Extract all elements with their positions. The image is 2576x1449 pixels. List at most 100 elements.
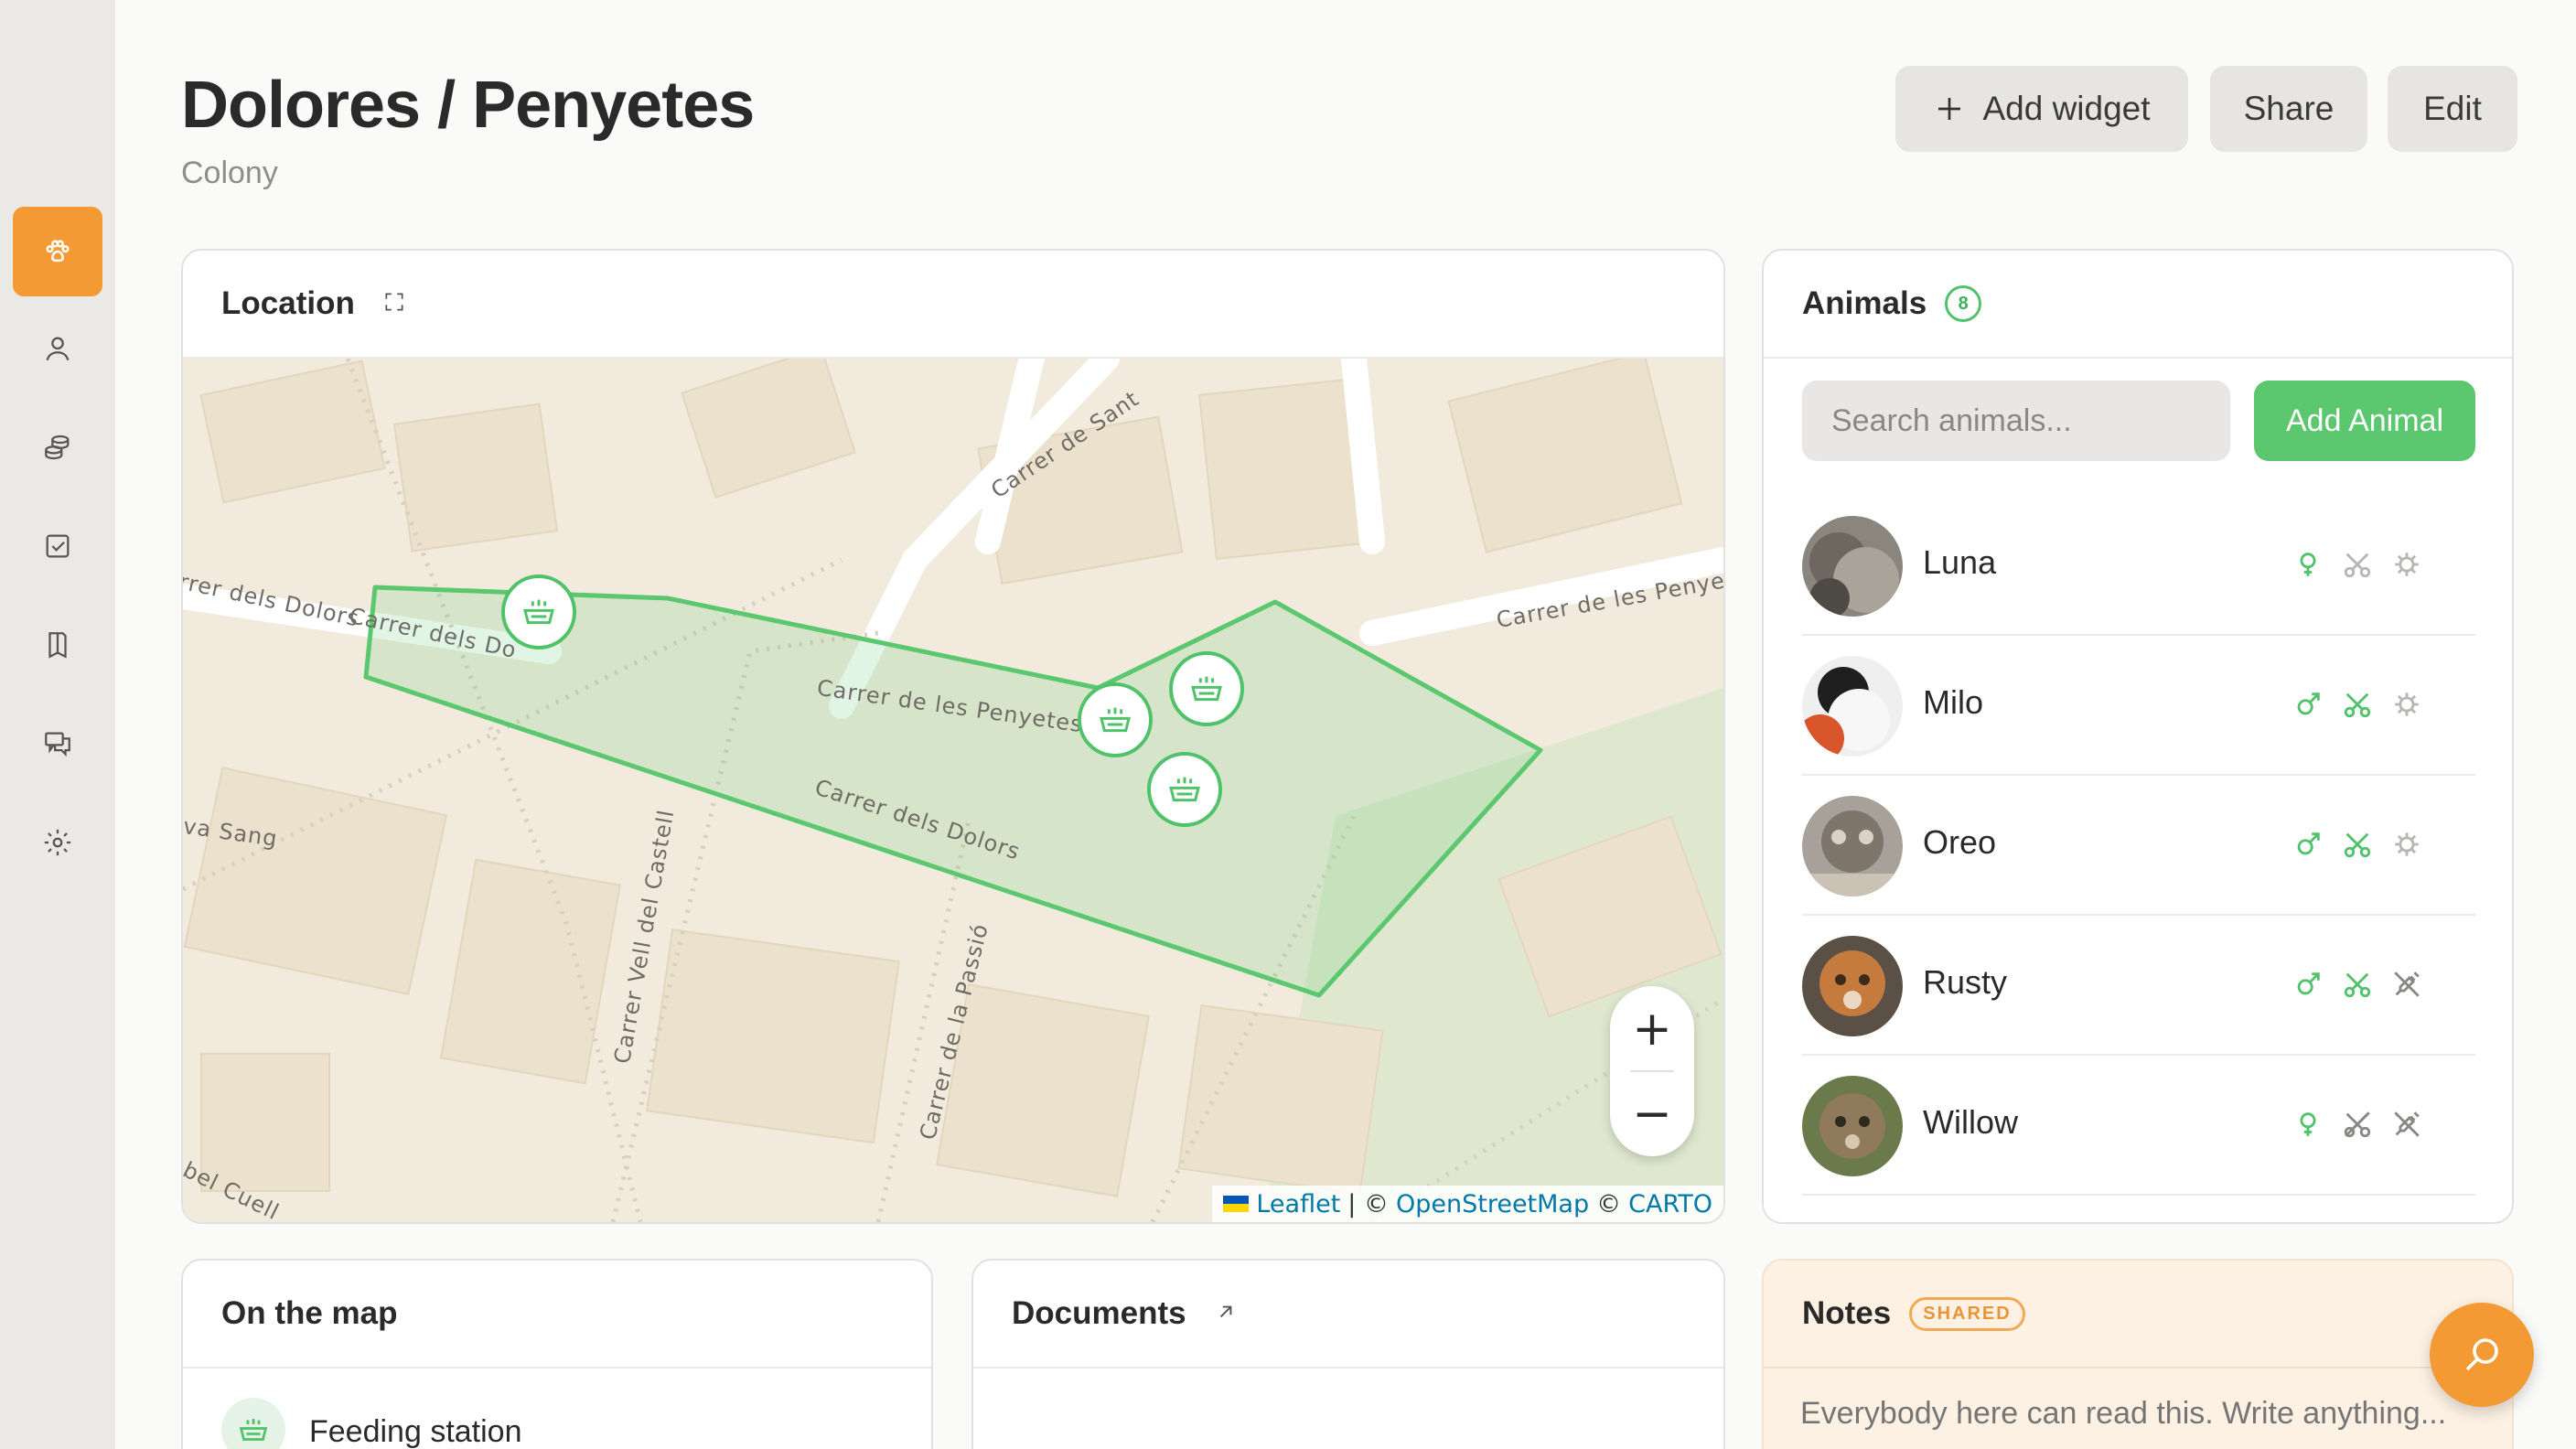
avatar — [1802, 796, 1903, 896]
page-title: Dolores / Penyetes — [181, 69, 755, 142]
add-widget-button[interactable]: Add widget — [1895, 66, 2188, 152]
nav-guides[interactable] — [13, 600, 102, 690]
animal-name: Luna — [1923, 543, 1997, 581]
location-card-header: Location — [183, 251, 1723, 359]
animals-title: Animals — [1802, 285, 1927, 321]
nav-finances[interactable] — [13, 402, 102, 492]
virus-icon — [2395, 832, 2419, 856]
carto-link[interactable]: CARTO — [1628, 1190, 1712, 1218]
plus-icon — [1938, 98, 1961, 120]
avatar — [1802, 656, 1903, 757]
female-icon — [2300, 1112, 2316, 1136]
search-icon — [2465, 1338, 2498, 1371]
virus-icon — [2395, 553, 2419, 576]
animal-row[interactable]: Luna — [1802, 496, 2475, 636]
coins-icon — [45, 435, 70, 460]
add-animal-button[interactable]: Add Animal — [2254, 381, 2475, 461]
feeding-station-label: Feeding station — [309, 1414, 522, 1449]
feeding-station-marker[interactable] — [1169, 651, 1244, 726]
animal-name: Rusty — [1923, 963, 2008, 1001]
feeding-station-marker[interactable] — [1147, 752, 1222, 827]
male-icon — [2297, 832, 2320, 855]
animal-name: Milo — [1923, 683, 1984, 721]
nav-colonies[interactable] — [13, 207, 102, 296]
notes-input[interactable] — [1800, 1396, 2477, 1432]
animal-row[interactable]: Milo — [1802, 636, 2475, 776]
map-view[interactable]: Carrer de Sant rrer dels Dolors Carrer d… — [183, 359, 1723, 1222]
feeding-station-legend — [221, 1398, 285, 1449]
notes-title: Notes — [1802, 1295, 1892, 1331]
male-icon — [2297, 972, 2320, 995]
paw-icon — [46, 240, 70, 263]
book-icon — [48, 632, 67, 659]
scissors-icon — [2344, 972, 2371, 998]
animals-count-badge: 8 — [1945, 285, 1982, 322]
on-the-map-card-header: On the map — [183, 1261, 931, 1368]
zoom-control: + − — [1610, 986, 1694, 1156]
feeding-bowl-icon — [1191, 676, 1222, 702]
animal-row[interactable]: Oreo — [1802, 776, 2475, 916]
syringe-off-icon — [2394, 971, 2420, 997]
on-the-map-card: On the map Feeding station — [181, 1259, 933, 1449]
animal-row[interactable]: Rusty — [1802, 916, 2475, 1056]
shared-badge: SHARED — [1909, 1296, 2025, 1331]
feeding-station-marker[interactable] — [501, 574, 576, 649]
animal-name: Oreo — [1923, 823, 1997, 861]
page-subtitle: Colony — [181, 156, 278, 190]
nav-settings[interactable] — [13, 798, 102, 887]
location-title: Location — [221, 285, 355, 321]
zoom-in-button[interactable]: + — [1610, 986, 1694, 1071]
open-documents-button[interactable] — [1214, 1300, 1238, 1328]
search-fab-button[interactable] — [2430, 1303, 2534, 1407]
virus-icon — [2395, 692, 2419, 716]
animal-name: Willow — [1923, 1103, 2018, 1141]
feeding-station-marker[interactable] — [1078, 682, 1153, 757]
edit-button[interactable]: Edit — [2388, 66, 2517, 152]
sidebar — [0, 0, 115, 1449]
ukraine-flag-icon — [1223, 1196, 1250, 1212]
attribution-separator: | © — [1347, 1189, 1389, 1218]
user-icon — [46, 337, 70, 361]
syringe-off-icon — [2394, 1111, 2420, 1137]
expand-icon — [385, 292, 403, 311]
notes-card: Notes SHARED — [1762, 1259, 2514, 1449]
male-icon — [2297, 692, 2320, 715]
location-card: Location Carrer de Sant rrer dels Dolors… — [181, 249, 1725, 1224]
add-widget-label: Add widget — [1982, 90, 2151, 127]
avatar — [1802, 516, 1903, 617]
nav-messages[interactable] — [13, 699, 102, 789]
scissors-icon — [2344, 832, 2371, 858]
animal-row[interactable]: Willow — [1802, 1056, 2475, 1196]
edit-label: Edit — [2423, 90, 2482, 127]
female-icon — [2300, 553, 2316, 576]
openstreetmap-link[interactable]: OpenStreetMap — [1396, 1190, 1589, 1218]
chat-icon — [45, 732, 70, 757]
zoom-out-button[interactable]: − — [1610, 1071, 1694, 1156]
feeding-bowl-icon — [523, 599, 554, 625]
animals-card-header: Animals 8 — [1764, 251, 2512, 359]
scissors-off-icon — [2344, 1111, 2371, 1138]
feeding-bowl-icon — [239, 1419, 268, 1441]
feeding-bowl-icon — [1169, 777, 1200, 802]
leaflet-link[interactable]: Leaflet — [1256, 1190, 1340, 1218]
map-attribution: Leaflet | © OpenStreetMap © CARTO — [1212, 1186, 1723, 1222]
on-the-map-title: On the map — [221, 1295, 398, 1331]
avatar — [1802, 936, 1903, 1036]
nav-people[interactable] — [13, 304, 102, 393]
share-button[interactable]: Share — [2210, 66, 2367, 152]
attribution-separator: © — [1596, 1189, 1622, 1218]
scissors-icon — [2344, 692, 2371, 718]
share-label: Share — [2243, 90, 2334, 127]
documents-card: Documents — [971, 1259, 1725, 1449]
nav-tasks[interactable] — [13, 501, 102, 591]
fullscreen-button[interactable] — [382, 290, 406, 318]
documents-title: Documents — [1012, 1295, 1186, 1331]
map-tiles — [183, 359, 1723, 1222]
notes-card-header: Notes SHARED — [1764, 1261, 2512, 1368]
gear-icon — [44, 829, 71, 856]
scissors-icon — [2344, 553, 2371, 578]
animals-card: Animals 8 Add Animal Luna Milo Oreo — [1762, 249, 2514, 1224]
feeding-bowl-icon — [1100, 707, 1131, 733]
documents-card-header: Documents — [973, 1261, 1723, 1368]
search-animals-input[interactable] — [1802, 381, 2230, 461]
